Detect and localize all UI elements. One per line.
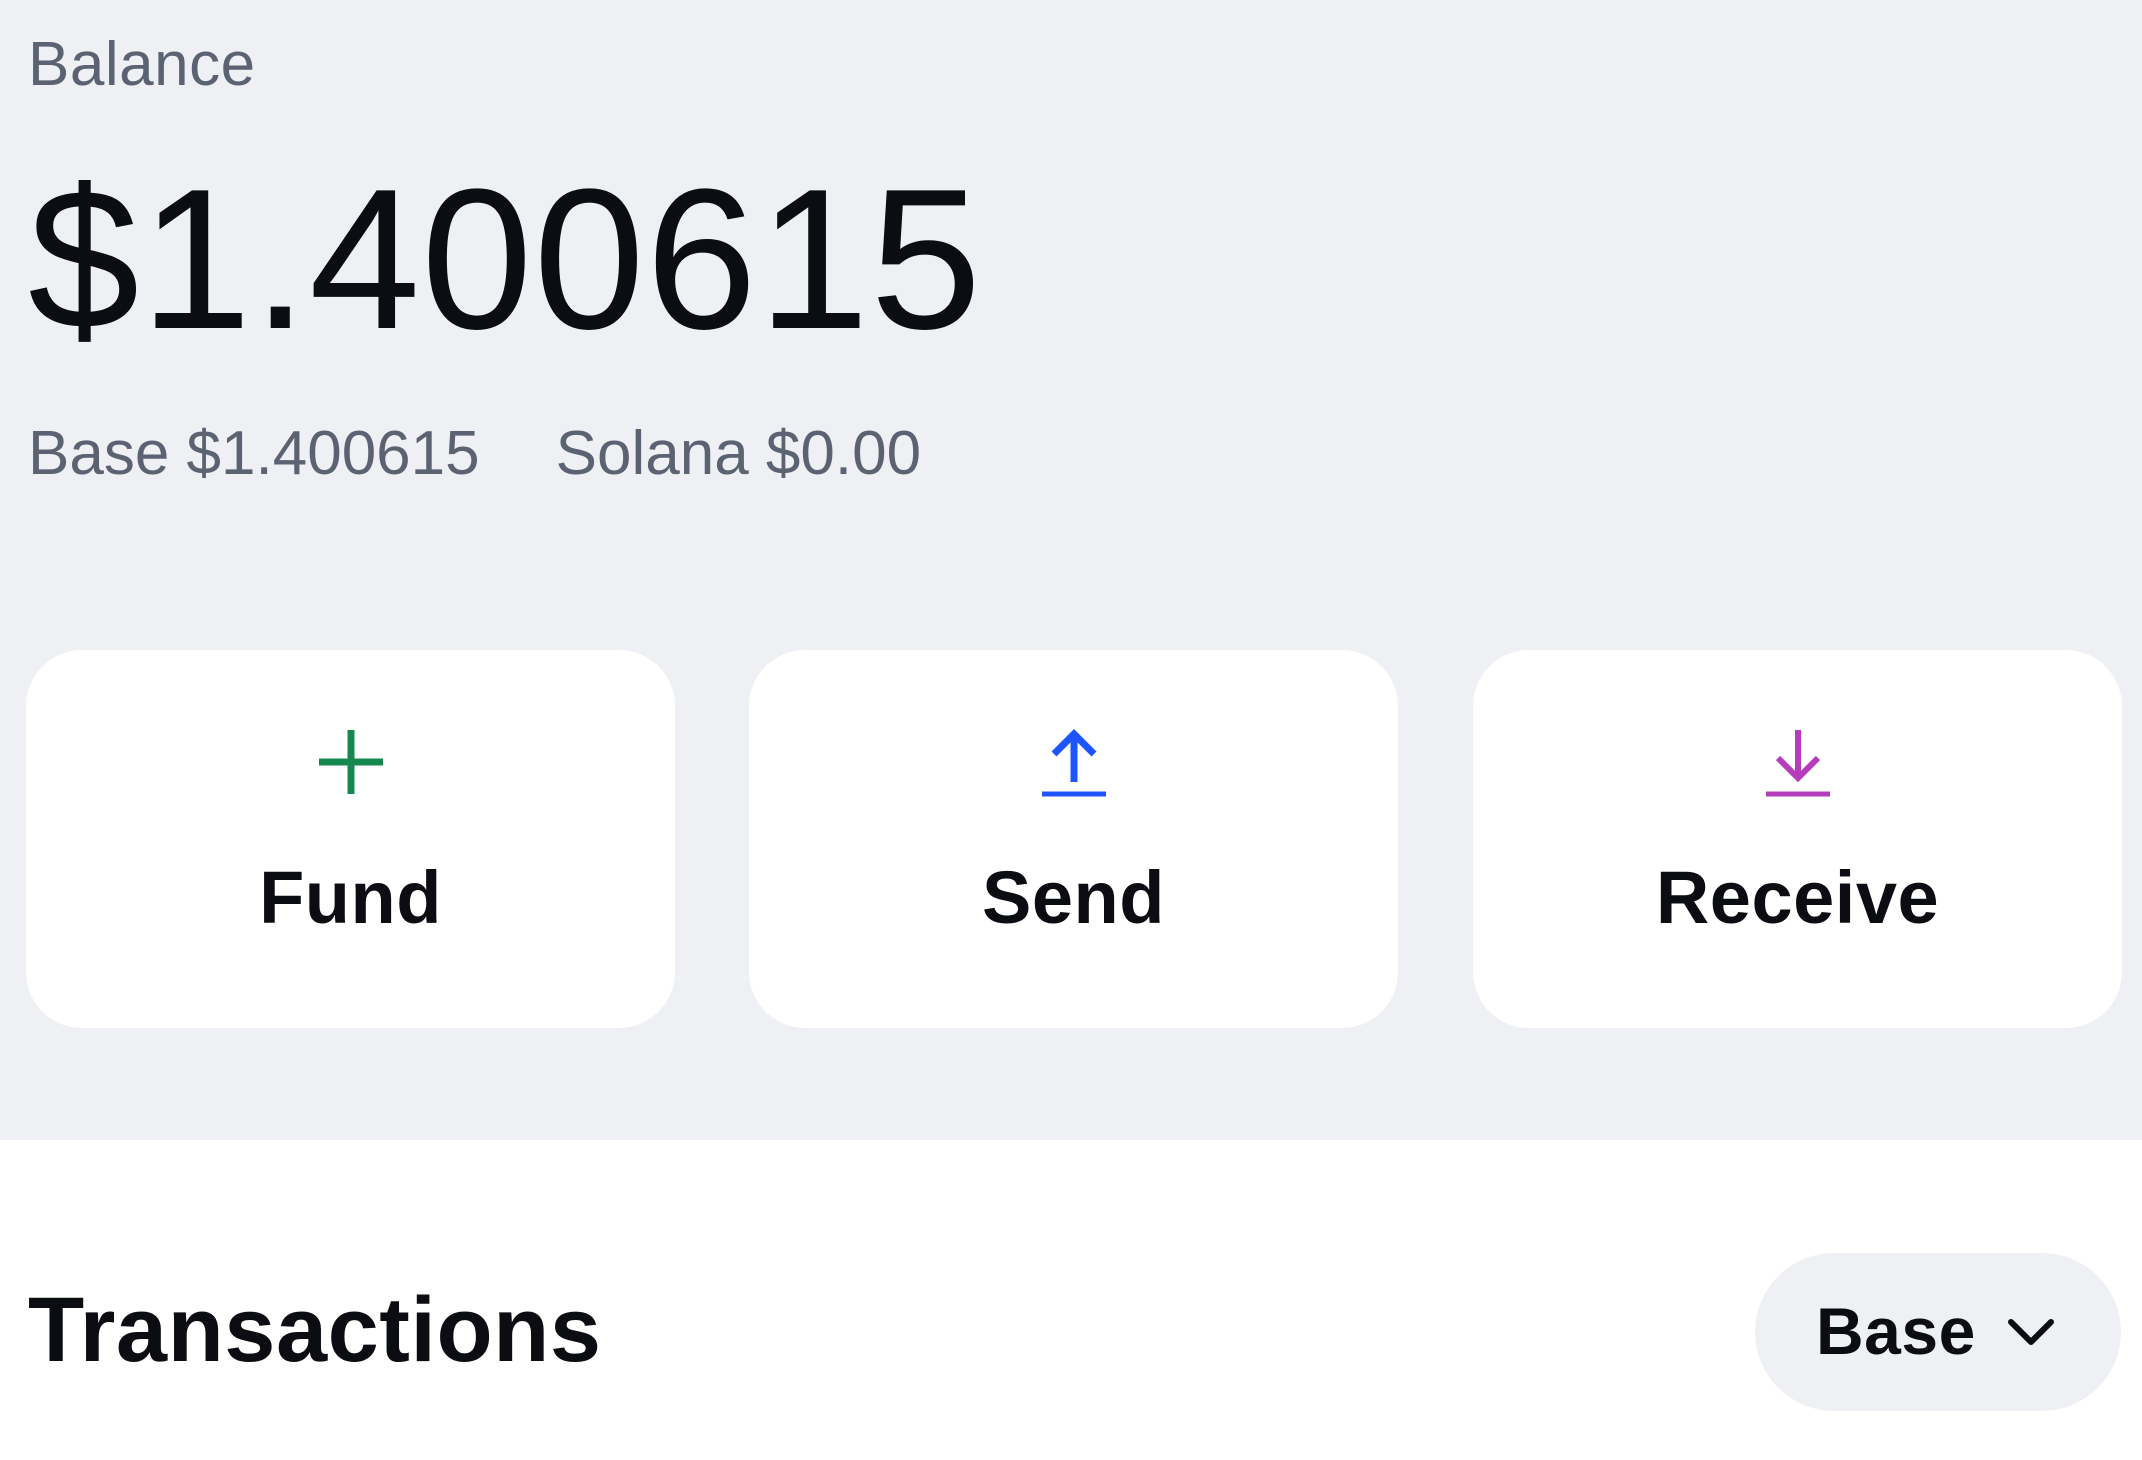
send-button[interactable]: Send	[749, 650, 1398, 1028]
solana-balance: Solana $0.00	[555, 419, 922, 488]
fund-label: Fund	[259, 856, 442, 939]
network-balances: Base $1.400615 Solana $0.00	[28, 418, 921, 490]
network-select-dropdown[interactable]: Base	[1755, 1253, 2121, 1411]
base-balance: Base $1.400615	[28, 419, 480, 488]
action-buttons: Fund Send Receive	[26, 650, 2122, 1028]
receive-label: Receive	[1655, 856, 1940, 939]
balance-amount: $1.400615	[28, 148, 983, 371]
send-label: Send	[982, 856, 1165, 939]
plus-icon	[315, 726, 387, 798]
network-select-value: Base	[1816, 1294, 1976, 1368]
receive-button[interactable]: Receive	[1473, 650, 2122, 1028]
chevron-down-icon	[2003, 1305, 2059, 1361]
arrow-down-icon	[1762, 726, 1834, 798]
balance-label: Balance	[28, 30, 256, 99]
balance-panel: Balance $1.400615 Base $1.400615 Solana $…	[0, 0, 2142, 1140]
fund-button[interactable]: Fund	[26, 650, 675, 1028]
arrow-up-icon	[1038, 726, 1110, 798]
transactions-heading: Transactions	[28, 1279, 602, 1381]
